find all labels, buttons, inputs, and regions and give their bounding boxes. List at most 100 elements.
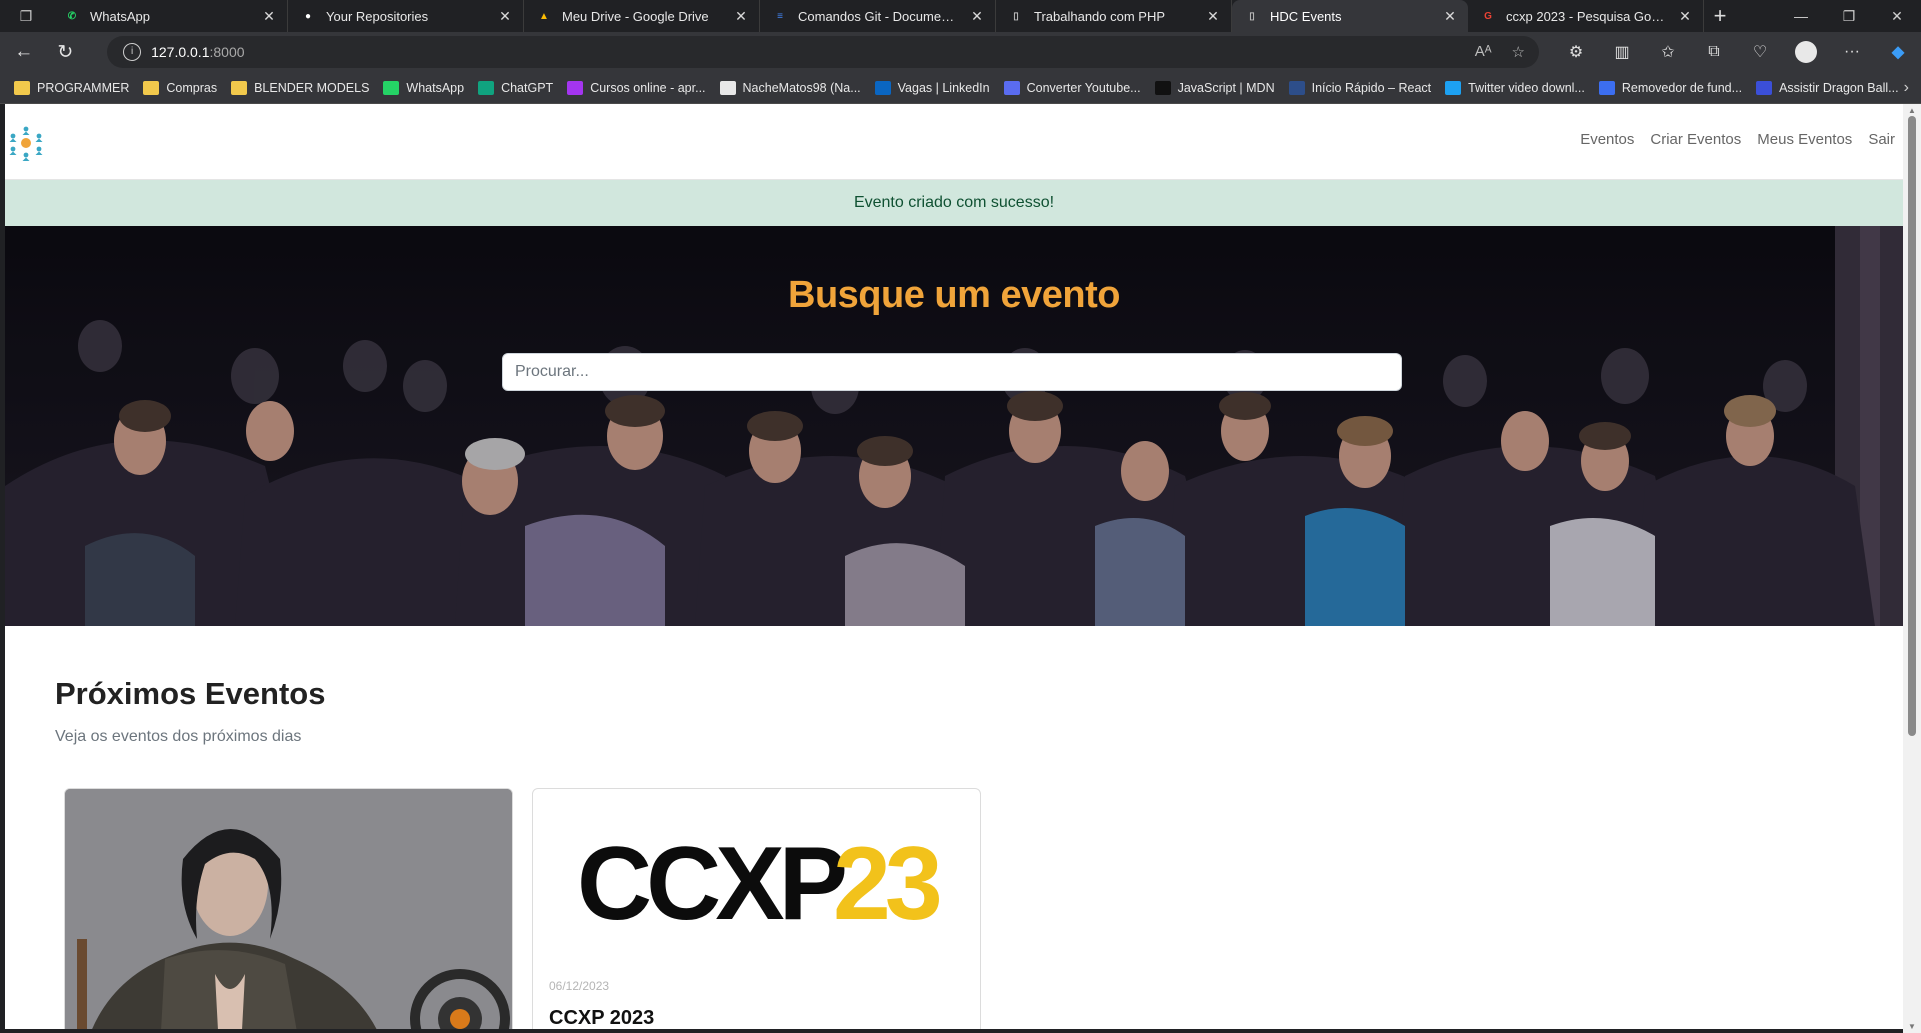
linkedin-icon xyxy=(874,80,891,95)
github-icon xyxy=(719,80,736,95)
bookmark-12[interactable]: Removedor de fund... xyxy=(1598,80,1743,95)
site-nav-links: Eventos Criar Eventos Meus Eventos Sair xyxy=(1580,131,1895,148)
tab-4[interactable]: ▯ Trabalhando com PHP ✕ xyxy=(996,0,1232,32)
bookmark-8[interactable]: Converter Youtube... xyxy=(1003,80,1141,95)
page-icon: ▯ xyxy=(1249,10,1255,22)
bookmark-label: BLENDER MODELS xyxy=(254,80,370,95)
new-tab-button[interactable]: + xyxy=(1704,0,1736,32)
tab-2[interactable]: ▲ Meu Drive - Google Drive ✕ xyxy=(524,0,760,32)
tab-6[interactable]: Gccxp 2023 - Pesquisa Google ✕ xyxy=(1468,0,1704,32)
read-aloud-icon[interactable]: Aᴬ xyxy=(1475,43,1492,61)
browser-essentials-icon[interactable]: ♡ xyxy=(1737,34,1783,70)
close-window-icon[interactable]: ✕ xyxy=(1873,0,1921,32)
udemy-icon xyxy=(567,80,584,95)
event-card[interactable] xyxy=(64,788,513,1029)
event-image xyxy=(65,789,512,1029)
toolbar-icons: ⚙ ▥ ✩ ⧉ ♡ ··· ◆ xyxy=(1553,34,1921,70)
bookmark-5[interactable]: Cursos online - apr... xyxy=(567,80,706,95)
back-button[interactable]: ← xyxy=(6,34,42,70)
bookmark-label: Vagas | LinkedIn xyxy=(897,80,990,95)
site-navbar: Eventos Criar Eventos Meus Eventos Sair xyxy=(5,104,1903,180)
scrollbar-thumb[interactable] xyxy=(1908,116,1916,736)
tab-5[interactable]: ▯ HDC Events ✕ xyxy=(1232,0,1468,32)
bookmark-1[interactable]: Compras xyxy=(143,80,217,95)
browser-tab-bar: ❐ ✆ WhatsApp ✕ ● Your Repositories ✕ ▲ Meu Driv… xyxy=(0,0,1921,32)
event-card[interactable]: CCXP 23 06/12/2023 CCXP 2023 xyxy=(532,788,981,1029)
split-screen-icon[interactable]: ▥ xyxy=(1599,34,1645,70)
google-icon: G xyxy=(1484,10,1492,22)
tab-title: Meu Drive - Google Drive xyxy=(562,8,709,24)
bookmarks-more-chevron-icon[interactable]: › xyxy=(1904,79,1909,97)
bookmark-label: Assistir Dragon Ball... xyxy=(1779,80,1899,95)
tab-close-icon[interactable]: ✕ xyxy=(1442,8,1458,24)
ccxp-logo-yellow-text: 23 xyxy=(833,826,940,942)
tab-close-icon[interactable]: ✕ xyxy=(1205,8,1221,24)
scroll-up-arrow-icon[interactable]: ▲ xyxy=(1907,106,1917,115)
google-docs-icon: ≡ xyxy=(777,10,783,22)
extensions-icon[interactable]: ⚙ xyxy=(1553,34,1599,70)
event-date: 06/12/2023 xyxy=(549,979,610,993)
bookmark-label: Converter Youtube... xyxy=(1026,80,1141,95)
bookmark-10[interactable]: Início Rápido – React xyxy=(1288,80,1431,95)
tab-close-icon[interactable]: ✕ xyxy=(733,8,749,24)
minimize-icon[interactable]: — xyxy=(1777,0,1825,32)
bookmark-label: Cursos online - apr... xyxy=(590,80,706,95)
hdc-logo-icon[interactable] xyxy=(7,124,45,162)
site-info-icon[interactable]: i xyxy=(123,43,142,61)
bookmark-13[interactable]: Assistir Dragon Ball... xyxy=(1756,80,1899,95)
bookmark-0[interactable]: PROGRAMMER xyxy=(14,80,129,95)
bookmark-label: Removedor de fund... xyxy=(1621,80,1743,95)
tab-strip: ✆ WhatsApp ✕ ● Your Repositories ✕ ▲ Meu Drive … xyxy=(52,0,1704,32)
favorites-icon[interactable]: ✩ xyxy=(1645,34,1691,70)
tab-3[interactable]: ≡ Comandos Git - Documentos Go ✕ xyxy=(760,0,996,32)
reload-button[interactable]: ↻ xyxy=(48,34,84,70)
event-search-input[interactable] xyxy=(502,353,1402,391)
download-icon xyxy=(1003,80,1020,95)
hero-title: Busque um evento xyxy=(788,274,1120,316)
menu-more-icon[interactable]: ··· xyxy=(1829,34,1875,70)
tab-actions-icon[interactable]: ❐ xyxy=(0,0,52,32)
page-icon: ▯ xyxy=(1013,10,1019,22)
tab-close-icon[interactable]: ✕ xyxy=(497,8,513,24)
bookmark-9[interactable]: JavaScript | MDN xyxy=(1154,80,1275,95)
url-port: :8000 xyxy=(209,44,245,60)
whatsapp-icon xyxy=(383,80,400,95)
bookmark-6[interactable]: NacheMatos98 (Na... xyxy=(719,80,861,95)
bookmark-3[interactable]: WhatsApp xyxy=(383,80,464,95)
bookmarks-list: PROGRAMMER Compras BLENDER MODELS WhatsApp C… xyxy=(0,80,1899,95)
nav-criar-eventos-link[interactable]: Criar Eventos xyxy=(1650,131,1741,148)
ccxp-logo: CCXP 23 xyxy=(577,826,946,942)
event-title[interactable]: CCXP 2023 xyxy=(549,1007,654,1029)
tab-0[interactable]: ✆ WhatsApp ✕ xyxy=(52,0,288,32)
page-viewport: Eventos Criar Eventos Meus Eventos Sair … xyxy=(5,104,1903,1029)
tab-close-icon[interactable]: ✕ xyxy=(1677,8,1693,24)
page-scrollbar[interactable]: ▲ ▼ xyxy=(1903,104,1921,1033)
copilot-icon[interactable]: ◆ xyxy=(1875,34,1921,70)
favorite-star-icon[interactable]: ☆ xyxy=(1512,43,1525,61)
bookmark-label: JavaScript | MDN xyxy=(1177,80,1275,95)
bookmark-11[interactable]: Twitter video downl... xyxy=(1445,80,1585,95)
address-bar[interactable]: i 127.0.0.1 :8000 Aᴬ ☆ xyxy=(107,36,1539,68)
profile-avatar[interactable] xyxy=(1783,34,1829,70)
chatgpt-icon xyxy=(478,80,495,95)
nav-sair-link[interactable]: Sair xyxy=(1868,131,1895,148)
nav-eventos-link[interactable]: Eventos xyxy=(1580,131,1634,148)
alert-message: Evento criado com sucesso! xyxy=(853,194,1055,211)
bookmark-4[interactable]: ChatGPT xyxy=(478,80,553,95)
success-alert: Evento criado com sucesso! xyxy=(5,180,1903,226)
bookmark-2[interactable]: BLENDER MODELS xyxy=(231,80,370,95)
bookmarks-bar: PROGRAMMER Compras BLENDER MODELS WhatsApp C… xyxy=(0,72,1921,104)
collections-icon[interactable]: ⧉ xyxy=(1691,34,1737,70)
tab-title: Comandos Git - Documentos Go xyxy=(798,8,961,24)
tab-1[interactable]: ● Your Repositories ✕ xyxy=(288,0,524,32)
tab-close-icon[interactable]: ✕ xyxy=(969,8,985,24)
github-icon: ● xyxy=(304,10,312,22)
twitter-icon xyxy=(1445,80,1462,95)
nav-meus-eventos-link[interactable]: Meus Eventos xyxy=(1757,131,1852,148)
tab-close-icon[interactable]: ✕ xyxy=(261,8,277,24)
scroll-down-arrow-icon[interactable]: ▼ xyxy=(1907,1022,1917,1031)
url-host: 127.0.0.1 xyxy=(151,44,210,60)
profile-icon xyxy=(1795,41,1817,63)
restore-icon[interactable]: ❐ xyxy=(1825,0,1873,32)
bookmark-7[interactable]: Vagas | LinkedIn xyxy=(874,80,990,95)
